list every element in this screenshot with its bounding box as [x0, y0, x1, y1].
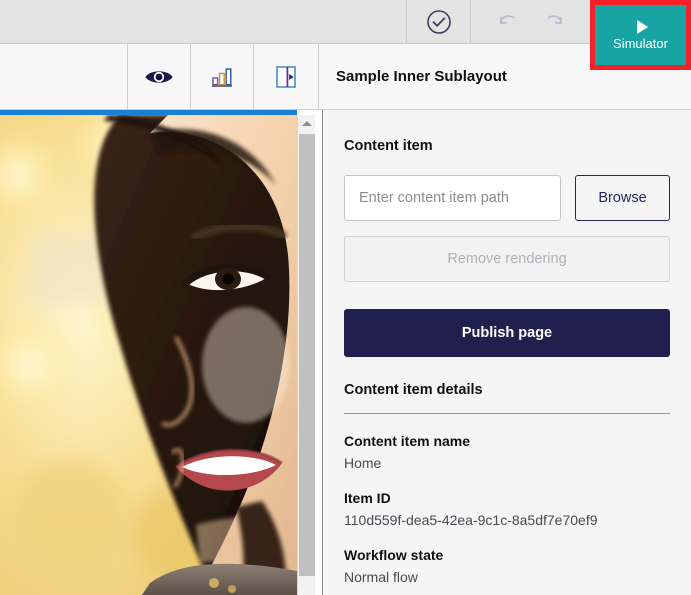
detail-label: Content item name [344, 433, 471, 449]
rendering-details-panel: Content item Browse Remove rendering Pub… [323, 110, 691, 595]
detail-field: Workflow state Normal flow [344, 547, 670, 585]
detail-value: Home [344, 455, 382, 471]
content-item-details-heading: Content item details [344, 382, 483, 398]
preview-tool-cell[interactable] [128, 44, 191, 109]
analytics-tool-cell[interactable] [191, 44, 254, 109]
detail-label: Item ID [344, 490, 391, 506]
simulator-label: Simulator [613, 36, 668, 51]
play-icon [636, 20, 648, 34]
scroll-up-button[interactable] [298, 115, 316, 131]
top-toolbar [0, 0, 691, 44]
caret-up-icon [302, 120, 312, 126]
toolbar-left-spacer [0, 44, 128, 109]
detail-value: 110d559f-dea5-42ea-9c1c-8a5df7e70ef9 [344, 512, 598, 528]
view-toolbar: Sample Inner Sublayout [0, 44, 691, 110]
app-root: Simulator Sample Inner Sublayout Content… [0, 0, 691, 595]
content-item-path-input[interactable] [344, 175, 561, 221]
redo-icon[interactable] [538, 10, 568, 34]
page-preview-stage [0, 110, 323, 595]
detail-value: Normal flow [344, 569, 418, 585]
browse-button[interactable]: Browse [575, 175, 670, 221]
approve-group [406, 0, 470, 44]
hero-image [0, 115, 297, 595]
circle-check-icon[interactable] [426, 9, 452, 35]
simulator-button[interactable]: Simulator [595, 5, 686, 65]
preview-scrollbar[interactable] [297, 115, 315, 595]
detail-field: Item ID 110d559f-dea5-42ea-9c1c-8a5df7e7… [344, 490, 670, 528]
history-group [470, 0, 590, 44]
detail-field: Content item name Home [344, 433, 670, 471]
remove-rendering-button[interactable]: Remove rendering [344, 236, 670, 282]
content-item-heading: Content item [344, 138, 433, 154]
bar-chart-icon[interactable] [209, 65, 235, 89]
panel-toggle-cell[interactable] [254, 44, 319, 109]
undo-icon[interactable] [494, 10, 524, 34]
details-divider [344, 413, 670, 414]
accent-bar [0, 110, 297, 115]
detail-label: Workflow state [344, 547, 444, 563]
content-item-path-row: Browse [344, 175, 670, 221]
eye-icon[interactable] [144, 67, 174, 87]
publish-page-button[interactable]: Publish page [344, 309, 670, 357]
panel-toggle-icon[interactable] [274, 64, 298, 90]
scrollbar-thumb[interactable] [299, 134, 315, 576]
simulator-highlight: Simulator [590, 0, 691, 70]
